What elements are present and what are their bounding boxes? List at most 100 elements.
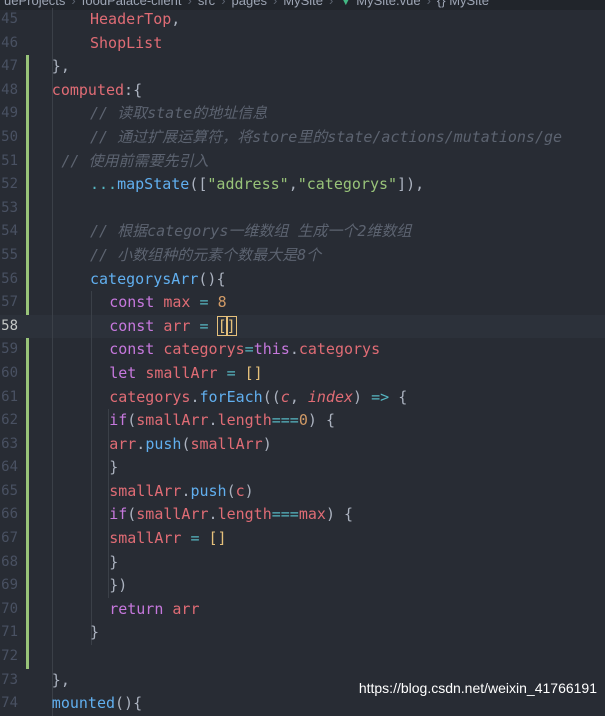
indent-guide [91,361,92,386]
code-text: const categorys=this.categorys [109,340,381,359]
line-number: 57 [1,294,18,311]
code-text: // 通过扩展运算符，将store里的state/actions/mutatio… [90,127,563,146]
code-line[interactable]: 62 if(smallArr.length===0) { [0,409,605,433]
chevron-right-icon: › [272,0,278,8]
line-number: 45 [1,11,18,27]
chevron-right-icon: › [221,0,226,8]
indent-guide [52,267,53,292]
line-number: 64 [1,459,18,476]
code-line[interactable]: 60 let smallArr = [] [0,361,605,386]
line-number: 72 [1,648,18,665]
indent-guide [52,8,53,32]
indent-guide [52,125,53,150]
code-line[interactable]: 61 categorys.forEach((c, index) => { [0,385,605,410]
code-text: let smallArr = [] [109,363,263,382]
code-editor[interactable]: 45 HeaderTop, 46 ShopList 47}, 48 computed:{49… [0,8,605,716]
code-text: smallArr.push(c) [109,481,254,500]
code-line[interactable]: 70 return arr [0,597,605,622]
indent-guide [91,479,92,504]
code-line[interactable]: 67 smallArr = [] [0,527,605,551]
code-text: categorysArr(){ [90,269,226,288]
code-line[interactable]: 53 [0,196,605,221]
code-line[interactable]: 47}, [0,55,605,79]
breadcrumb-item[interactable]: {} MySite [437,0,489,8]
code-line[interactable]: 52 ...mapState(["address","categorys"]), [0,173,605,197]
line-number: 47 [1,58,18,75]
code-line[interactable]: 66 if(smallArr.length===max) { [0,503,605,528]
code-line[interactable]: 50 // 通过扩展运算符，将store里的state/actions/mutat… [0,125,605,150]
indent-guide [91,409,92,433]
line-number: 58 [1,317,18,334]
line-number: 48 [1,81,18,98]
indent-guide [52,574,53,598]
code-line[interactable]: 56 categorysArr(){ [0,267,605,292]
code-line[interactable]: 54 // 根据categorys一维数组 生成一个2维数组 [0,220,605,244]
code-text: arr.push(smallArr) [109,434,272,453]
breadcrumb-item[interactable]: ueProjects [4,0,65,8]
code-line[interactable]: 65 smallArr.push(c) [0,479,605,504]
line-number: 60 [1,364,18,381]
indent-guide [52,527,53,551]
indent-guide [52,173,53,197]
line-number: 54 [1,223,18,240]
code-text: // 读取state的地址信息 [90,104,268,123]
code-line[interactable]: 71} [0,621,605,646]
line-number: 51 [1,152,18,169]
breadcrumb-item[interactable]: MySite.vue [356,0,420,8]
breadcrumb-item[interactable]: src [198,0,215,8]
code-line[interactable]: 69}) [0,574,605,598]
chevron-right-icon: › [71,0,76,8]
indent-guide [91,385,92,410]
code-text: }, [51,57,70,76]
line-number: 59 [1,341,18,358]
line-number: 56 [1,270,18,287]
indent-guide [52,432,53,457]
code-text: smallArr = [] [109,529,227,548]
breadcrumb-item[interactable]: MySite [283,0,323,8]
line-number: 71 [1,624,18,641]
indent-guide [52,361,53,386]
indent-guide [91,503,92,528]
chevron-right-icon: › [329,0,334,8]
code-line[interactable]: 59 const categorys=this.categorys [0,338,605,362]
code-text: const max = 8 [109,293,227,312]
code-text: HeaderTop, [90,10,181,28]
code-line[interactable]: 68} [0,550,605,575]
indent-guide [52,503,53,528]
indent-guide [91,597,92,622]
indent-guide [52,31,53,56]
code-text: mounted(){ [51,694,143,713]
breadcrumb-item[interactable]: foodPalace-client [82,0,182,8]
indent-guide [52,456,53,480]
indent-guide [52,550,53,575]
line-number: 49 [1,105,18,122]
code-text: categorys.forEach((c, index) => { [109,387,408,406]
indent-guide [91,550,92,575]
indent-guide [52,149,53,174]
line-number: 63 [1,435,18,452]
code-line[interactable]: 51 // 使用前需要先引入 [0,149,605,174]
code-line[interactable]: 49 // 读取state的地址信息 [0,102,605,126]
line-number: 52 [1,176,18,193]
indent-guide [91,527,92,551]
line-number: 65 [1,482,18,499]
code-line[interactable]: 55 // 小数组种的元素个数最大是8个 [0,243,605,268]
code-text: }) [109,576,128,595]
code-line[interactable]: 63 arr.push(smallArr) [0,432,605,457]
code-line[interactable]: 45 HeaderTop, [0,8,605,32]
code-line[interactable]: 72 [0,645,605,669]
watermark: https://blog.csdn.net/weixin_41766191 [358,680,597,696]
indent-guide [52,479,53,504]
code-line[interactable]: 48 computed:{ [0,78,605,103]
code-line[interactable]: 46 ShopList [0,31,605,56]
code-text: // 使用前需要先引入 [61,151,209,170]
line-number: 53 [1,199,18,216]
code-line[interactable]: 57 const max = 8 [0,291,605,315]
indent-guide [52,243,53,268]
breadcrumb-item[interactable]: pages [232,0,267,8]
code-line[interactable]: 58 const arr = [] [0,314,605,339]
line-number: 70 [1,600,18,617]
code-text: if(smallArr.length===max) { [109,505,354,524]
indent-guide [52,314,53,339]
code-line[interactable]: 64} [0,456,605,480]
